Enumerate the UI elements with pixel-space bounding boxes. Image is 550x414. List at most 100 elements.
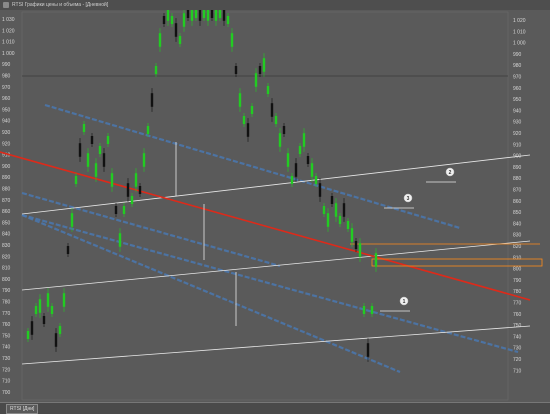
left-axis-tick: 740 (2, 345, 11, 351)
left-axis-tick: 700 (2, 390, 11, 396)
candle-body (114, 206, 118, 214)
candle-body (102, 153, 106, 167)
left-axis-tick: 990 (2, 62, 11, 68)
right-axis-tick: 830 (513, 233, 522, 239)
candle-body (162, 16, 166, 24)
candle-body (218, 10, 222, 18)
candle-body (106, 136, 110, 144)
candle-body (370, 306, 374, 314)
candle-body (338, 216, 342, 224)
right-axis-tick: 800 (513, 267, 522, 273)
marker-2-label: 2 (449, 170, 452, 176)
left-axis-tick: 770 (2, 311, 11, 317)
candle-body (250, 106, 254, 114)
title-bar[interactable]: RTSI Графики цены и объема - [Дневной] (0, 0, 550, 10)
candle-body (210, 10, 214, 18)
candle-body (310, 163, 314, 177)
candle-body (174, 23, 178, 37)
candle-body (166, 10, 170, 21)
candle-body (30, 321, 34, 335)
left-axis-tick: 870 (2, 198, 11, 204)
candle-body (302, 133, 306, 147)
candle-body (222, 10, 226, 21)
candle-body (118, 233, 122, 247)
candle-body (374, 253, 378, 267)
candle-body (74, 176, 78, 184)
status-bar: RTSI [Дни] (0, 402, 550, 414)
left-axis-tick: 1 000 (2, 51, 15, 57)
status-tab-rtsi[interactable]: RTSI [Дни] (6, 404, 39, 414)
candle-body (266, 86, 270, 94)
candle-body (190, 10, 194, 21)
candle-body (78, 143, 82, 157)
candle-body (158, 33, 162, 47)
candle-body (134, 173, 138, 187)
right-axis-tick: 840 (513, 221, 522, 227)
candle-body (142, 153, 146, 167)
candle-body (326, 213, 330, 227)
right-axis-top-tick: 1 030 (526, 10, 539, 11)
candle-body (318, 183, 322, 197)
candle-body (278, 133, 282, 147)
left-axis-tick: 850 (2, 220, 11, 226)
right-axis-tick: 980 (513, 63, 522, 69)
candle-body (186, 10, 190, 18)
candle-body (334, 203, 338, 217)
candle-body (354, 241, 358, 249)
candle-body (146, 126, 150, 134)
candle-body (178, 36, 182, 44)
candle-body (82, 124, 86, 132)
candle-body (50, 306, 54, 314)
right-axis-tick: 1 020 (513, 18, 526, 24)
window-title: RTSI Графики цены и объема - [Дневной] (12, 2, 109, 8)
left-axis-tick: 1 020 (2, 28, 15, 34)
candle-body (194, 10, 198, 18)
app-icon (3, 2, 9, 8)
candle-body (226, 16, 230, 24)
candle-body (350, 228, 354, 242)
left-axis-tick: 800 (2, 277, 11, 283)
right-axis-tick: 950 (513, 97, 522, 103)
left-axis-tick: 830 (2, 243, 11, 249)
left-axis-tick: 880 (2, 187, 11, 193)
right-axis-tick: 850 (513, 210, 522, 216)
price-chart[interactable]: 1 030 1 020 1 010 1 000 990 980 970 960 950 940 93… (0, 10, 550, 402)
left-axis-tick: 980 (2, 74, 11, 80)
right-axis-tick: 870 (513, 188, 522, 194)
candle-body (282, 126, 286, 134)
candle-body (202, 10, 206, 18)
left-axis-tick: 710 (2, 379, 11, 385)
candle-body (62, 293, 66, 307)
candle-body (90, 136, 94, 144)
candle-body (58, 326, 62, 334)
candle-body (362, 306, 366, 314)
candle-body (170, 16, 174, 24)
right-axis-tick: 750 (513, 323, 522, 329)
right-axis-tick: 960 (513, 86, 522, 92)
left-axis-tick: 950 (2, 107, 11, 113)
candle-body (238, 93, 242, 107)
right-axis-tick: 740 (513, 334, 522, 340)
candle-body (130, 196, 134, 204)
chart-window: RTSI Графики цены и объема - [Дневной] 1… (0, 0, 550, 414)
right-axis-tick: 710 (513, 368, 522, 374)
candle-body (290, 176, 294, 184)
candle-body (70, 213, 74, 227)
candle-body (54, 333, 58, 347)
left-axis-tick: 810 (2, 266, 11, 272)
left-axis-tick: 760 (2, 322, 11, 328)
right-axis-tick: 970 (513, 75, 522, 81)
left-axis-tick: 820 (2, 254, 11, 260)
candle-body (26, 331, 30, 339)
candle-body (98, 146, 102, 154)
left-axis-tick: 920 (2, 141, 11, 147)
candle-body (346, 221, 350, 229)
candle-body (306, 156, 310, 164)
candle-body (138, 186, 142, 194)
candle-body (214, 10, 218, 21)
left-axis-tick: 1 010 (2, 40, 15, 46)
candle-body (322, 206, 326, 214)
candle-body (254, 73, 258, 87)
candle-body (262, 58, 266, 72)
marker-1-label: 1 (403, 299, 406, 305)
